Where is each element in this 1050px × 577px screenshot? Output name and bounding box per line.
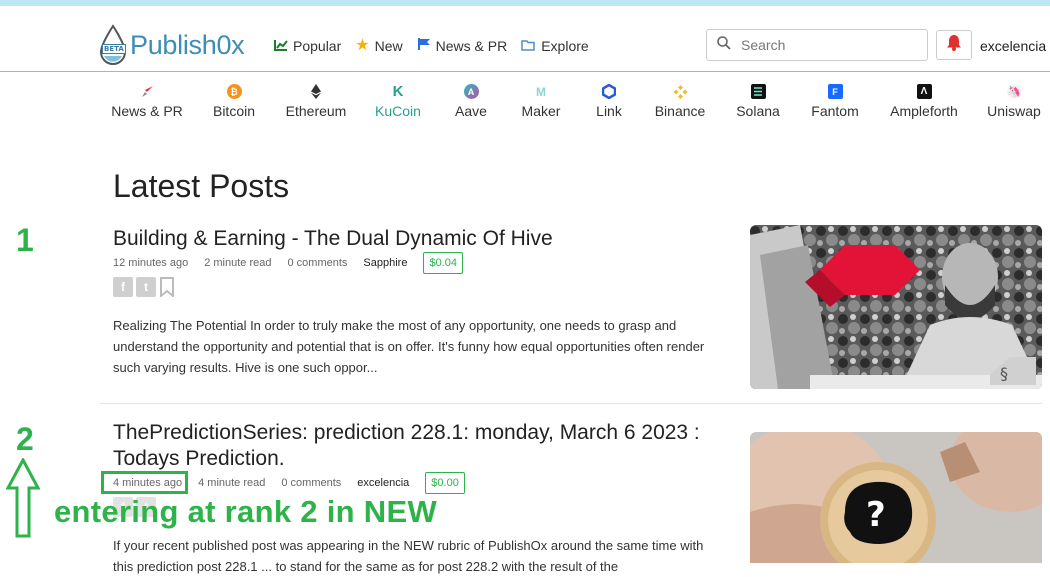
topic-link[interactable]: Link — [592, 80, 626, 119]
ampleforth-icon: Λ — [916, 84, 932, 99]
topic-label: Maker — [521, 103, 561, 119]
chart-icon — [274, 38, 288, 54]
chainlink-icon — [602, 84, 617, 99]
topic-label: Ampleforth — [890, 103, 958, 119]
aave-icon: A — [463, 84, 479, 99]
top-navbar: BETA Publish0x Popular ★ New News & PR E… — [0, 6, 1050, 72]
folder-icon — [521, 38, 536, 54]
topic-ampleforth[interactable]: Λ Ampleforth — [888, 80, 960, 119]
rank-label-1: 1 — [16, 222, 34, 258]
earnings-badge: $0.00 — [425, 472, 465, 494]
topic-label: Aave — [455, 103, 487, 119]
nav-new-label: New — [374, 37, 403, 54]
uniswap-icon: 🦄 — [1006, 84, 1022, 99]
binance-icon — [673, 84, 688, 99]
post-read-time: 4 minute read — [198, 477, 266, 489]
topic-label: Uniswap — [987, 103, 1041, 119]
topic-label: Binance — [654, 103, 706, 119]
twitter-icon[interactable]: t — [136, 277, 156, 297]
topic-label: Ethereum — [285, 103, 347, 119]
topic-solana[interactable]: Solana — [732, 80, 784, 119]
beta-badge: BETA — [102, 44, 126, 54]
annotation-text: entering at rank 2 in NEW — [54, 494, 438, 529]
topic-news-pr[interactable]: News & PR — [108, 80, 186, 119]
fantom-icon: F — [827, 84, 843, 99]
up-arrow-icon — [5, 456, 41, 543]
topic-label: Solana — [736, 103, 780, 119]
topic-bitcoin[interactable]: ₿ Bitcoin — [206, 80, 262, 119]
post-title[interactable]: ThePredictionSeries: prediction 228.1: m… — [113, 420, 733, 472]
bookmark-icon[interactable] — [159, 277, 175, 302]
post-thumbnail[interactable]: ? — [750, 432, 1042, 563]
facebook-icon[interactable]: f — [113, 277, 133, 297]
star-icon: ★ — [355, 36, 370, 54]
kucoin-icon: K — [392, 83, 404, 100]
post-author[interactable]: Sapphire — [363, 257, 407, 269]
rank-label-2: 2 — [16, 421, 34, 457]
flag-icon — [417, 37, 431, 54]
share-buttons: f t — [113, 277, 175, 302]
search-input[interactable] — [741, 37, 911, 53]
topic-kucoin[interactable]: K KuCoin — [372, 80, 424, 119]
svg-text:§: § — [1000, 364, 1008, 383]
post-meta: 12 minutes ago 2 minute read 0 comments … — [113, 252, 479, 274]
solana-icon — [750, 84, 766, 99]
topic-aave[interactable]: A Aave — [450, 80, 492, 119]
nav-new[interactable]: ★ New — [355, 37, 402, 54]
username[interactable]: excelencia — [980, 38, 1046, 54]
bell-icon — [946, 34, 962, 56]
brand-name: Publish0x — [130, 29, 245, 60]
topic-label: Fantom — [811, 103, 859, 119]
nav-explore[interactable]: Explore — [521, 37, 589, 54]
maker-icon: M — [536, 84, 546, 99]
ethereum-icon — [309, 84, 324, 99]
nav-popular[interactable]: Popular — [274, 37, 341, 54]
topic-uniswap[interactable]: 🦄 Uniswap — [986, 80, 1042, 119]
highlight-box — [101, 471, 188, 494]
topic-label: Link — [596, 103, 622, 119]
page-title: Latest Posts — [113, 168, 290, 204]
topic-maker[interactable]: M Maker — [518, 80, 564, 120]
post-comments[interactable]: 0 comments — [287, 257, 347, 269]
post-excerpt: Realizing The Potential In order to trul… — [113, 318, 705, 375]
topic-binance[interactable]: Binance — [650, 80, 710, 119]
post-author[interactable]: excelencia — [357, 477, 409, 489]
topic-label: KuCoin — [375, 103, 421, 119]
nav-explore-label: Explore — [541, 37, 589, 54]
topic-ethereum[interactable]: Ethereum — [282, 80, 350, 119]
brand-logo[interactable]: BETA Publish0x — [98, 24, 245, 66]
search-box[interactable] — [706, 29, 928, 61]
nav-news-pr-label: News & PR — [435, 37, 508, 54]
svg-text:?: ? — [866, 495, 886, 535]
bitcoin-icon: ₿ — [226, 84, 242, 99]
topic-bar: News & PR ₿ Bitcoin Ethereum K KuCoin A … — [108, 80, 1050, 124]
topic-fantom[interactable]: F Fantom — [810, 80, 860, 119]
post-comments[interactable]: 0 comments — [281, 477, 341, 489]
post-excerpt: If your recent published post was appear… — [113, 538, 704, 574]
search-icon — [717, 35, 731, 55]
main-nav: Popular ★ New News & PR Explore — [274, 37, 589, 54]
post-read-time: 2 minute read — [204, 257, 272, 269]
topic-label: News & PR — [111, 103, 183, 119]
earnings-badge: $0.04 — [423, 252, 463, 274]
post-divider — [100, 403, 1042, 404]
nav-news-pr[interactable]: News & PR — [417, 37, 508, 54]
post-thumbnail[interactable]: § — [750, 225, 1042, 389]
rocket-icon — [140, 84, 155, 99]
topic-label: Bitcoin — [212, 103, 256, 119]
logo-drop-icon: BETA — [98, 24, 128, 66]
post-time: 12 minutes ago — [113, 257, 189, 269]
notifications-button[interactable] — [936, 30, 972, 60]
post-title[interactable]: Building & Earning - The Dual Dynamic Of… — [113, 226, 713, 252]
nav-popular-label: Popular — [293, 37, 342, 54]
